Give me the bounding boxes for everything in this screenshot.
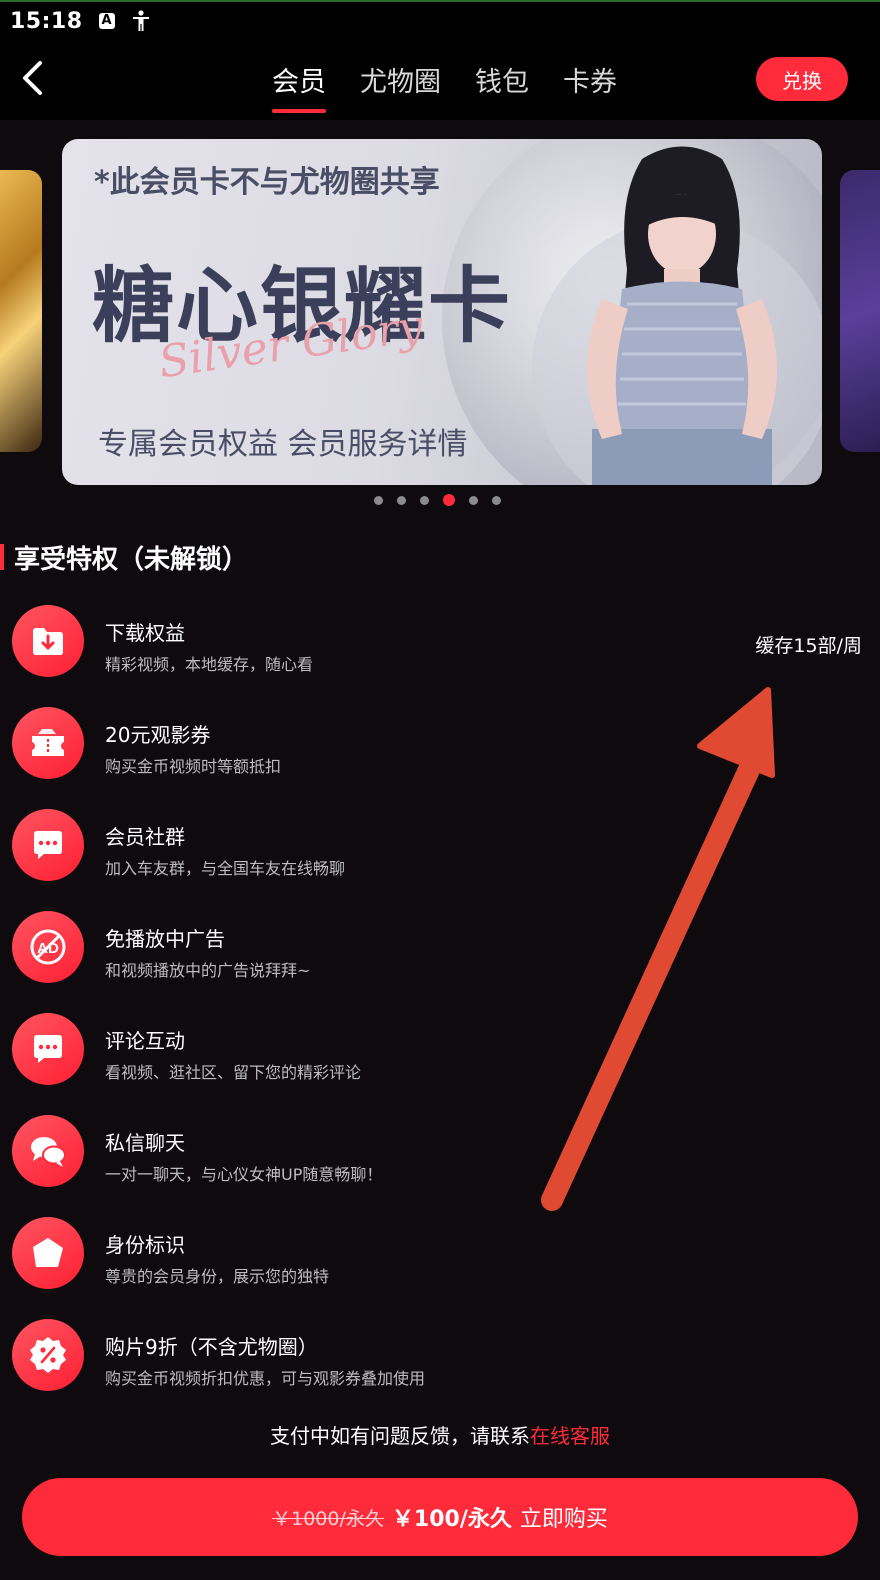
carousel-dot[interactable] <box>492 495 501 505</box>
comment-icon <box>12 1013 84 1085</box>
a-box-icon: A <box>97 11 117 31</box>
tab-label: 会员 <box>272 67 326 98</box>
banner-note: *此会员卡不与尤物圈共享 <box>94 165 440 200</box>
banner-subtitle: 专属会员权益 会员服务详情 <box>98 427 468 462</box>
no-ad-icon: AD <box>12 911 84 983</box>
back-button[interactable] <box>14 58 54 98</box>
perk-description: 购买金币视频时等额抵扣 <box>105 757 282 776</box>
list-item-download[interactable]: 下载权益 精彩视频，本地缓存，随心看 缓存15部/周 <box>0 605 880 685</box>
membership-card-banner[interactable]: *此会员卡不与尤物圈共享 糖心银耀卡 Silver Glory 专属会员权益 会… <box>62 139 822 485</box>
previous-card-preview[interactable] <box>0 170 42 452</box>
perk-quota: 缓存15部/周 <box>755 635 862 657</box>
model-photo <box>532 146 822 485</box>
support-notice: 支付中如有问题反馈，请联系在线客服 <box>0 1420 880 1449</box>
tab-label: 卡券 <box>563 67 617 98</box>
buy-now-button[interactable]: ￥1000/永久 ￥100/永久 立即购买 <box>22 1478 858 1556</box>
perk-description: 尊贵的会员身份，展示您的独特 <box>105 1267 330 1286</box>
carousel-dot-active[interactable] <box>443 494 455 506</box>
list-item-discount[interactable]: 购片9折（不含尤物圈） 购买金币视频折扣优惠，可与观影券叠加使用 <box>0 1319 880 1399</box>
tab-coupons[interactable]: 卡券 <box>563 60 617 113</box>
perk-description: 和视频播放中的广告说拜拜~ <box>105 961 311 980</box>
buy-action-label: 立即购买 <box>519 1507 608 1532</box>
top-nav: 会员 尤物圈 钱包 卡券 兑换 <box>0 40 880 120</box>
carousel-indicator <box>374 494 501 506</box>
tab-wallet[interactable]: 钱包 <box>475 60 529 113</box>
discount-icon <box>12 1319 84 1391</box>
perk-title: 20元观影券 <box>105 723 211 747</box>
perk-description: 加入车友群，与全国车友在线畅聊 <box>105 859 346 878</box>
support-text: 支付中如有问题反馈，请联系 <box>270 1424 530 1448</box>
privileges-heading-text: 享受特权（未解锁） <box>14 544 249 575</box>
chevron-left-icon <box>23 61 42 95</box>
chat-bubble-icon <box>12 809 84 881</box>
online-support-link[interactable]: 在线客服 <box>530 1424 610 1448</box>
perk-title: 免播放中广告 <box>105 927 225 951</box>
perk-title: 会员社群 <box>105 825 185 849</box>
identity-badge-icon <box>12 1217 84 1289</box>
sale-price: ￥100/永久 <box>391 1507 512 1532</box>
tab-bar: 会员 尤物圈 钱包 卡券 <box>272 60 617 113</box>
status-time: 15:18 <box>10 8 83 34</box>
perk-title: 私信聊天 <box>105 1131 185 1155</box>
perk-title: 身份标识 <box>105 1233 185 1257</box>
annotation-arrow-icon <box>541 687 775 1211</box>
redeem-button[interactable]: 兑换 <box>756 57 848 101</box>
active-tab-indicator <box>272 109 326 113</box>
private-chat-icon <box>12 1115 84 1187</box>
perk-title: 下载权益 <box>105 621 185 645</box>
carousel-dot[interactable] <box>469 495 478 505</box>
membership-card-carousel[interactable]: *此会员卡不与尤物圈共享 糖心银耀卡 Silver Glory 专属会员权益 会… <box>0 138 880 488</box>
tab-label: 尤物圈 <box>360 67 441 98</box>
perk-description: 一对一聊天，与心仪女神UP随意畅聊！ <box>105 1165 383 1184</box>
carousel-dot[interactable] <box>420 495 429 505</box>
accessibility-icon <box>131 10 151 31</box>
carousel-dot[interactable] <box>374 495 383 505</box>
tab-member[interactable]: 会员 <box>272 60 326 113</box>
tab-youwu-circle[interactable]: 尤物圈 <box>360 60 441 113</box>
perk-description: 看视频、逛社区、留下您的精彩评论 <box>105 1063 362 1082</box>
perk-title: 评论互动 <box>105 1029 185 1053</box>
heading-accent-bar <box>0 544 4 570</box>
perk-description: 精彩视频，本地缓存，随心看 <box>105 655 314 674</box>
perk-description: 购买金币视频折扣优惠，可与观影券叠加使用 <box>105 1369 426 1388</box>
perk-title: 购片9折（不含尤物圈） <box>105 1335 318 1359</box>
original-price: ￥1000/永久 <box>272 1507 384 1530</box>
list-item-identity[interactable]: 身份标识 尊贵的会员身份，展示您的独特 <box>0 1217 880 1297</box>
carousel-dot[interactable] <box>397 495 406 505</box>
tab-label: 钱包 <box>475 67 529 98</box>
privileges-heading: 享受特权（未解锁） <box>0 540 249 575</box>
ticket-icon <box>12 707 84 779</box>
download-folder-icon <box>12 605 84 677</box>
next-card-preview[interactable] <box>840 170 880 452</box>
status-bar: 15:18 A <box>0 0 880 40</box>
